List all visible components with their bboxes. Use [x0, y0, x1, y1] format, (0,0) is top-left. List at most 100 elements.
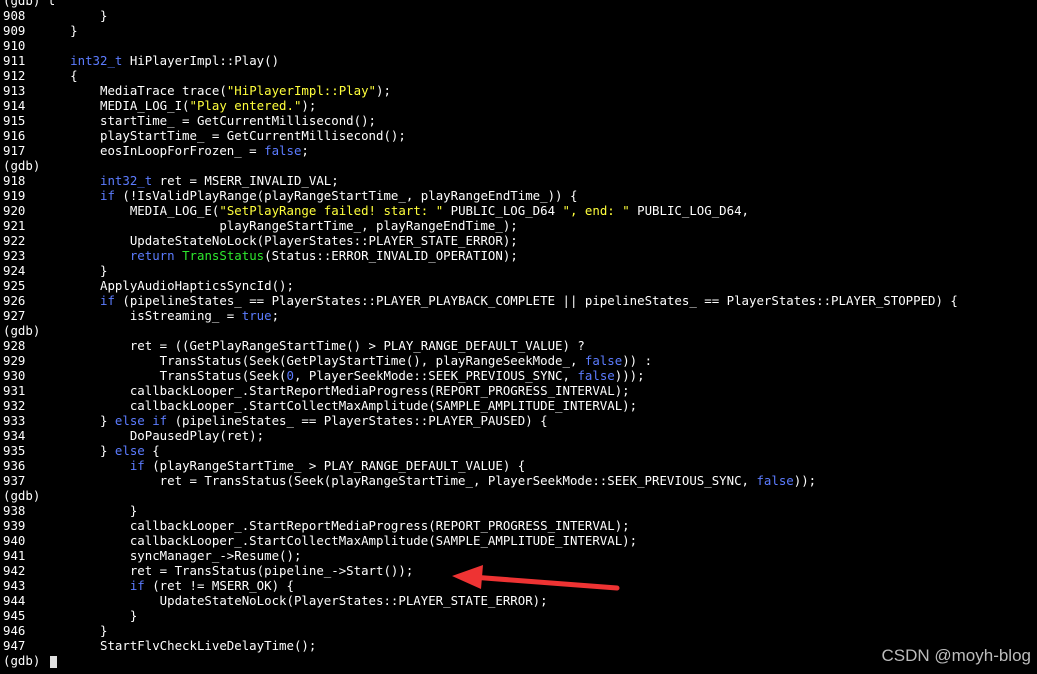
- source-code-line: 920 MEDIA_LOG_E("SetPlayRange failed! st…: [3, 203, 1033, 218]
- gdb-prompt: (gdb) l: [3, 0, 56, 8]
- line-number: 908: [3, 8, 26, 23]
- code-token: HiPlayerImpl::Play(): [122, 53, 280, 68]
- code-token: false: [756, 473, 794, 488]
- code-token: MediaTrace trace(: [40, 83, 227, 98]
- code-token: , PlayerSeekMode::SEEK_PREVIOUS_SYNC,: [293, 368, 578, 383]
- code-token: false: [577, 368, 615, 383]
- source-code-line: 931 callbackLooper_.StartReportMediaProg…: [3, 383, 1033, 398]
- line-number: 935: [3, 443, 26, 458]
- line-number: 923: [3, 248, 26, 263]
- source-code-line: 944 UpdateStateNoLock(PlayerStates::PLAY…: [3, 593, 1033, 608]
- source-code-line: 933 } else if (pipelineStates_ == Player…: [3, 413, 1033, 428]
- line-number: 947: [3, 638, 26, 653]
- line-number: 928: [3, 338, 26, 353]
- code-token: }: [40, 263, 108, 278]
- code-token: MEDIA_LOG_E(: [40, 203, 220, 218]
- code-token: if: [129, 578, 145, 593]
- code-token: ret = MSERR_INVALID_VAL;: [152, 173, 339, 188]
- line-number: 926: [3, 293, 26, 308]
- line-number: 945: [3, 608, 26, 623]
- code-token: callbackLooper_.StartReportMediaProgress…: [40, 518, 630, 533]
- line-number: 932: [3, 398, 26, 413]
- code-token: (playRangeStartTime_ > PLAY_RANGE_DEFAUL…: [144, 458, 526, 473]
- code-token: ;: [301, 143, 309, 158]
- gdb-terminal-output[interactable]: (gdb) l 908 } 909 } 910 911 int32_t HiPlaye…: [3, 0, 1033, 668]
- line-number: 940: [3, 533, 26, 548]
- source-code-line: 915 startTime_ = GetCurrentMillisecond()…: [3, 113, 1033, 128]
- line-number: 924: [3, 263, 26, 278]
- code-token: {: [144, 443, 160, 458]
- line-number: 920: [3, 203, 26, 218]
- line-number: 933: [3, 413, 26, 428]
- source-code-line: 935 } else {: [3, 443, 1033, 458]
- source-code-line: 928 ret = ((GetPlayRangeStartTime() > PL…: [3, 338, 1033, 353]
- code-token: TransStatus(Seek(: [40, 368, 287, 383]
- code-token: playRangeStartTime_, playRangeEndTime_);: [40, 218, 518, 233]
- code-token: eosInLoopForFrozen_ =: [40, 143, 265, 158]
- source-code-line: 916 playStartTime_ = GetCurrentMilliseco…: [3, 128, 1033, 143]
- code-token: (Status::ERROR_INVALID_OPERATION);: [264, 248, 518, 263]
- line-number: 925: [3, 278, 26, 293]
- source-code-line: 912 {: [3, 68, 1033, 83]
- code-token: callbackLooper_.StartCollectMaxAmplitude…: [40, 533, 638, 548]
- code-token: (ret != MSERR_OK) {: [144, 578, 294, 593]
- line-number: 931: [3, 383, 26, 398]
- source-code-line: 945 }: [3, 608, 1033, 623]
- line-number: 911: [3, 53, 26, 68]
- code-token: (pipelineStates_ == PlayerStates::PLAYER…: [167, 413, 548, 428]
- code-token: ", end: ": [562, 203, 630, 218]
- terminal-cursor: [49, 655, 57, 668]
- source-code-line: 925 ApplyAudioHapticsSyncId();: [3, 278, 1033, 293]
- line-number: 915: [3, 113, 26, 128]
- gdb-prompt-line[interactable]: (gdb): [3, 653, 1033, 668]
- code-token: DoPausedPlay(ret);: [40, 428, 265, 443]
- source-code-line: 909 }: [3, 23, 1033, 38]
- code-token: ret = TransStatus(pipeline_->Start());: [40, 563, 414, 578]
- code-token: TransStatus: [182, 248, 265, 263]
- code-token: (!IsValidPlayRange(playRangeStartTime_, …: [114, 188, 578, 203]
- source-code-line: 921 playRangeStartTime_, playRangeEndTim…: [3, 218, 1033, 233]
- source-code-line: 943 if (ret != MSERR_OK) {: [3, 578, 1033, 593]
- code-token: callbackLooper_.StartCollectMaxAmplitude…: [40, 398, 638, 413]
- csdn-watermark: CSDN @moyh-blog: [881, 646, 1031, 665]
- code-token: }: [40, 23, 78, 38]
- source-code-line: 942 ret = TransStatus(pipeline_->Start()…: [3, 563, 1033, 578]
- code-token: }: [40, 8, 108, 23]
- code-token: ret = ((GetPlayRangeStartTime() > PLAY_R…: [40, 338, 585, 353]
- code-token: int32_t: [100, 173, 153, 188]
- code-token: callbackLooper_.StartReportMediaProgress…: [40, 383, 630, 398]
- code-token: startTime_ = GetCurrentMillisecond();: [40, 113, 377, 128]
- source-code-line: 923 return TransStatus(Status::ERROR_INV…: [3, 248, 1033, 263]
- gdb-prompt: (gdb): [3, 323, 41, 338]
- code-token: UpdateStateNoLock(PlayerStates::PLAYER_S…: [40, 233, 518, 248]
- source-code-line: 940 callbackLooper_.StartCollectMaxAmpli…: [3, 533, 1033, 548]
- source-code-line: 917 eosInLoopForFrozen_ = false;: [3, 143, 1033, 158]
- code-token: );: [376, 83, 391, 98]
- code-token: else if: [114, 413, 168, 428]
- source-code-line: 922 UpdateStateNoLock(PlayerStates::PLAY…: [3, 233, 1033, 248]
- line-number: 943: [3, 578, 26, 593]
- source-code-line: 939 callbackLooper_.StartReportMediaProg…: [3, 518, 1033, 533]
- gdb-prompt: (gdb): [3, 653, 41, 668]
- code-token: PUBLIC_LOG_D64: [443, 203, 563, 218]
- line-number: 922: [3, 233, 26, 248]
- line-number: 919: [3, 188, 26, 203]
- line-number: 910: [3, 38, 26, 53]
- gdb-prompt: (gdb): [3, 488, 41, 503]
- code-token: );: [301, 98, 317, 113]
- code-token: )));: [614, 368, 645, 383]
- code-token: true: [241, 308, 272, 323]
- code-token: int32_t: [70, 53, 123, 68]
- code-token: )) :: [622, 353, 653, 368]
- code-token: TransStatus(Seek(GetPlayStartTime(), pla…: [40, 353, 585, 368]
- source-code-line: 946 }: [3, 623, 1033, 638]
- source-code-line: 926 if (pipelineStates_ == PlayerStates:…: [3, 293, 1033, 308]
- gdb-prompt-line: (gdb): [3, 158, 1033, 173]
- line-number: 916: [3, 128, 26, 143]
- source-code-line: 911 int32_t HiPlayerImpl::Play(): [3, 53, 1033, 68]
- source-code-line: 941 syncManager_->Resume();: [3, 548, 1033, 563]
- code-token: UpdateStateNoLock(PlayerStates::PLAYER_S…: [40, 593, 548, 608]
